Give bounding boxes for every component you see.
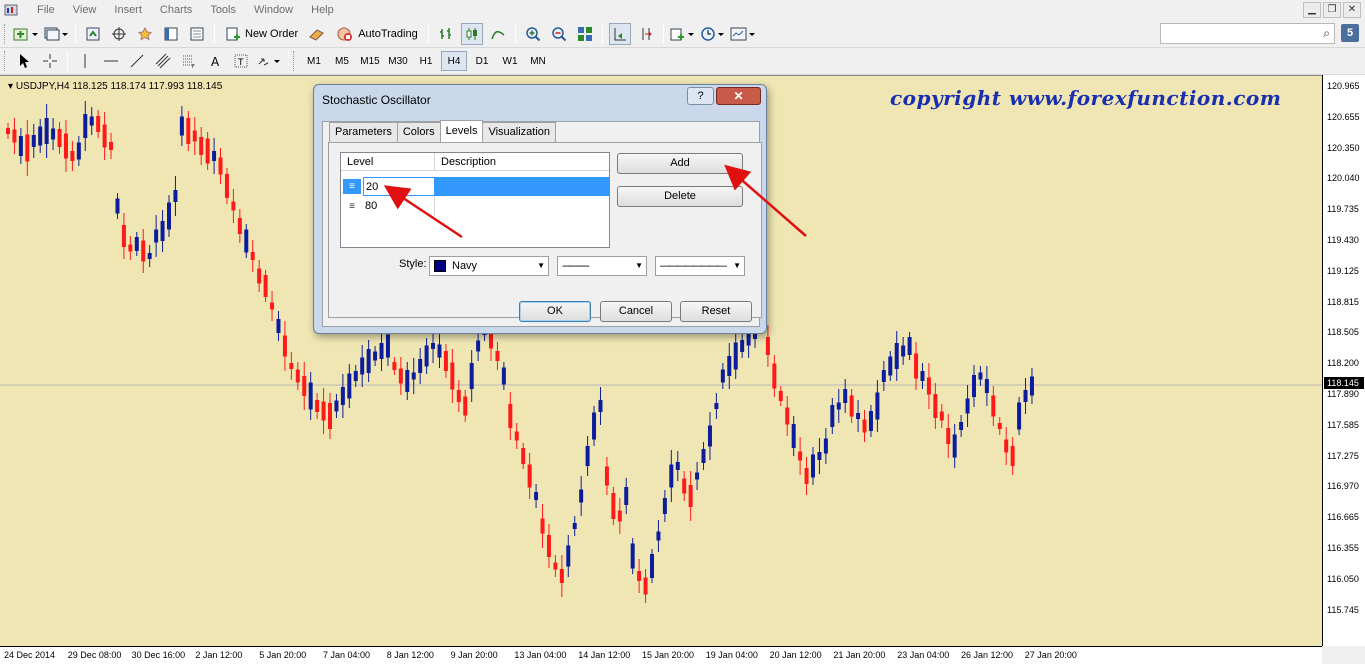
annotation-arrows (383, 164, 807, 239)
arrow-to-level-20 (383, 185, 463, 239)
arrow-to-add-button (724, 164, 807, 237)
